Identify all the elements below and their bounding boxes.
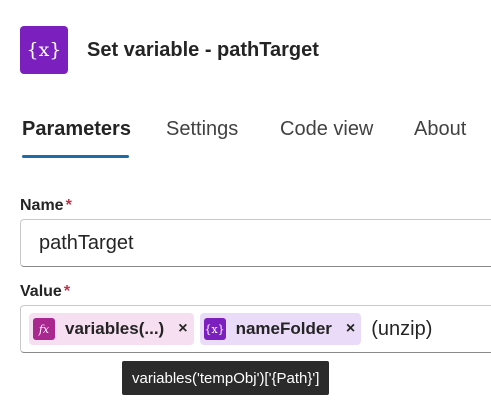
- action-header: {x} Set variable - pathTarget: [20, 26, 319, 74]
- tab-about[interactable]: About: [414, 118, 466, 141]
- value-literal-text: (unzip): [371, 317, 433, 340]
- action-title[interactable]: Set variable - pathTarget: [87, 39, 319, 62]
- name-required-mark: *: [65, 197, 72, 214]
- expression-tooltip: variables('tempObj')['{Path}']: [122, 361, 330, 395]
- value-label-text: Value: [20, 283, 62, 300]
- function-icon: fx: [33, 318, 55, 340]
- tab-parameters[interactable]: Parameters: [22, 118, 131, 141]
- tab-code-view[interactable]: Code view: [280, 118, 373, 141]
- expression-token-label: variables(...): [65, 319, 165, 338]
- value-field-label: Value *: [20, 283, 70, 301]
- variable-token[interactable]: {x} nameFolder ×: [199, 313, 362, 345]
- tab-settings[interactable]: Settings: [166, 118, 238, 141]
- variable-icon: {x}: [203, 318, 226, 340]
- remove-expression-token-button[interactable]: ×: [178, 320, 187, 338]
- tab-bar: Parameters Settings Code view About: [22, 104, 491, 160]
- value-input[interactable]: fx variables(...) × {x} nameFolder × (un…: [20, 305, 491, 353]
- variable-icon: {x}: [20, 26, 68, 74]
- name-input-value: pathTarget: [39, 232, 134, 254]
- variable-token-label: nameFolder: [235, 319, 332, 338]
- value-required-mark: *: [63, 283, 71, 300]
- name-input[interactable]: pathTarget: [20, 219, 491, 267]
- name-field-label: Name *: [20, 197, 72, 215]
- active-tab-indicator: [22, 155, 129, 158]
- name-label-text: Name: [20, 197, 64, 214]
- remove-variable-token-button[interactable]: ×: [346, 320, 355, 338]
- expression-token[interactable]: fx variables(...) ×: [29, 313, 194, 345]
